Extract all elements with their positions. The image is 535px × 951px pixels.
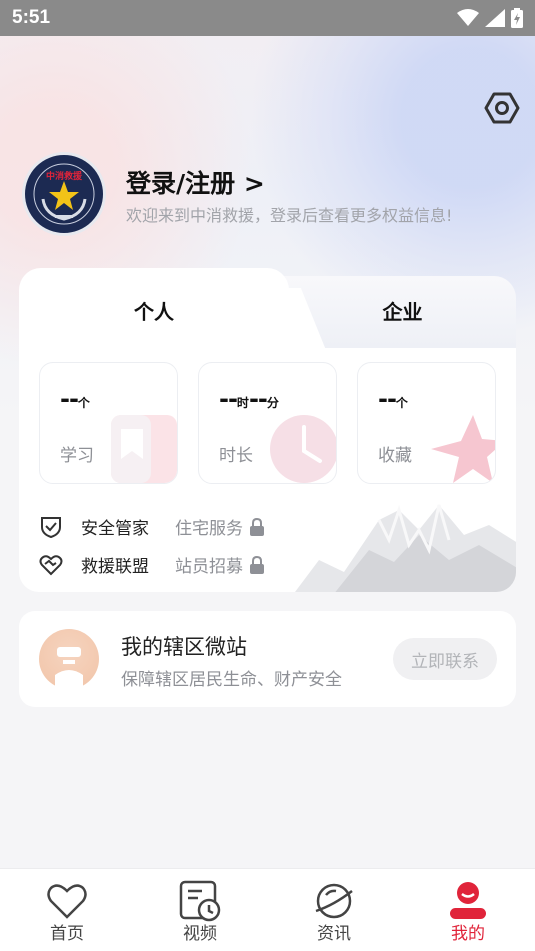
login-register-link[interactable]: 登录/注册 > (126, 164, 265, 200)
shield-check-icon (41, 516, 61, 538)
planet-icon (315, 883, 353, 919)
stat-study-label: 学习 (60, 446, 94, 466)
nav-home[interactable]: 首页 (27, 879, 107, 951)
station-title: 我的辖区微站 (121, 635, 247, 659)
firefighter-icon (55, 647, 83, 689)
staff-recruitment-label: 站员招募 (175, 557, 243, 577)
login-subtitle: 欢迎来到中消救援，登录后查看更多权益信息! (126, 206, 453, 225)
feature-safety-housekeeper[interactable]: 安全管家 住宅服务 (39, 514, 265, 539)
settings-button[interactable] (484, 90, 520, 126)
signal-icon (485, 9, 505, 27)
feature-safety-label: 安全管家 (81, 519, 149, 539)
clock-icon (270, 415, 336, 483)
stat-study-value: --个 (60, 385, 90, 413)
settings-icon (484, 92, 520, 124)
tab-personal[interactable]: 个人 (19, 268, 289, 348)
lock-icon (250, 555, 264, 574)
nav-video[interactable]: 视频 (160, 879, 240, 951)
heart-handshake-icon (39, 554, 63, 575)
locked-staff-recruitment[interactable]: 站员招募 (175, 552, 265, 577)
residence-service-label: 住宅服务 (175, 519, 243, 539)
account-type-tabs: 企业 个人 (19, 268, 516, 348)
nav-video-label: 视频 (183, 924, 217, 944)
stat-favorites-value: --个 (378, 385, 408, 413)
heart-icon (47, 884, 87, 919)
lock-icon (250, 517, 264, 536)
station-avatar (39, 629, 99, 689)
nav-home-label: 首页 (50, 924, 84, 944)
tab-personal-label: 个人 (134, 300, 174, 324)
nav-mine[interactable]: 我的 (428, 879, 508, 951)
nav-news-label: 资讯 (317, 924, 351, 944)
stat-study[interactable]: --个 学习 (39, 362, 178, 484)
stat-favorites[interactable]: --个 收藏 (357, 362, 496, 484)
stat-duration[interactable]: --时--分 时长 (198, 362, 337, 484)
bookmark-icon (111, 415, 177, 483)
avatar[interactable]: 中消救援 (22, 152, 106, 236)
nav-news[interactable]: 资讯 (294, 879, 374, 951)
wifi-icon (457, 9, 479, 26)
locked-residence-service[interactable]: 住宅服务 (175, 514, 265, 539)
feature-alliance-label: 救援联盟 (81, 557, 149, 577)
status-bar: 5:51 (0, 0, 535, 36)
station-subtitle: 保障辖区居民生命、财产安全 (121, 670, 342, 690)
contact-now-button[interactable]: 立即联系 (393, 638, 497, 680)
stat-duration-value: --时--分 (219, 385, 279, 413)
personal-card: --个 学习 --时--分 时长 --个 收藏 安全管家 住宅服务 救援联盟 站… (19, 340, 516, 592)
battery-icon (511, 8, 523, 28)
star-icon (431, 415, 495, 483)
micro-station-card[interactable]: 我的辖区微站 保障辖区居民生命、财产安全 立即联系 (19, 611, 516, 707)
mountain-decoration (295, 504, 516, 592)
rescue-badge-icon (27, 157, 101, 231)
feature-rescue-alliance[interactable]: 救援联盟 站员招募 (39, 552, 265, 577)
stat-duration-label: 时长 (219, 446, 253, 466)
badge-text: 中消救援 (45, 172, 82, 182)
profile-icon (450, 882, 486, 919)
video-icon (179, 880, 221, 922)
status-time: 5:51 (12, 7, 51, 28)
bottom-navigation: 首页 视频 资讯 我的 (0, 868, 535, 951)
nav-mine-label: 我的 (451, 924, 485, 944)
tab-company-label: 企业 (382, 300, 423, 324)
stat-favorites-label: 收藏 (378, 446, 412, 466)
